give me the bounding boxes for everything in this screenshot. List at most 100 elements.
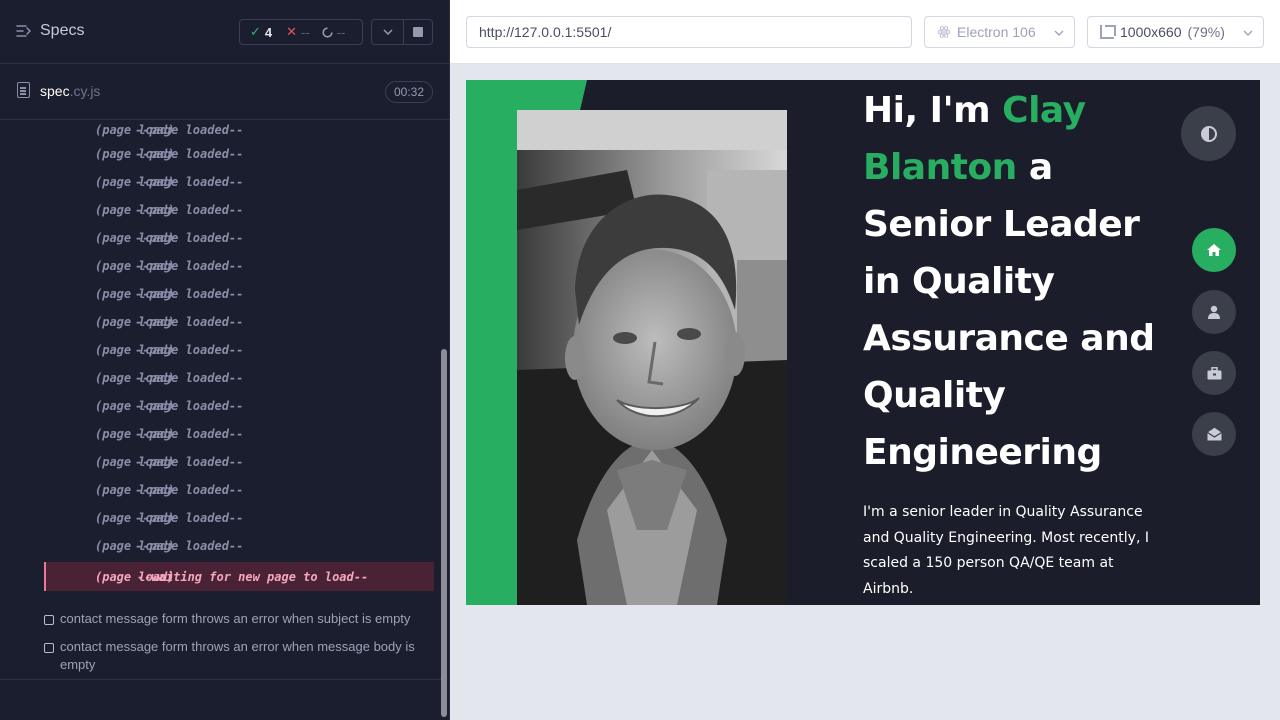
nav-portfolio-button[interactable] [1192, 351, 1236, 395]
specs-label: Specs [40, 22, 85, 39]
nav-contact-button[interactable] [1192, 412, 1236, 456]
command-row[interactable]: (page load) --page loaded-- [44, 392, 434, 420]
command-row[interactable]: (page load) --page loaded-- [44, 504, 434, 532]
viewport-icon [1100, 25, 1116, 39]
spec-file-name[interactable]: spec.cy.js [40, 83, 100, 99]
hero-title: a Senior Leader in Quality Assurance and… [863, 147, 1155, 473]
command-message: --page loaded-- [135, 315, 244, 329]
command-message: --page loaded-- [135, 371, 244, 385]
command-message: --page loaded-- [135, 343, 244, 357]
command-name: (page load) [95, 343, 175, 357]
command-row[interactable]: (page load) --page loaded-- [44, 448, 434, 476]
reporter-scrollbar[interactable] [441, 349, 447, 717]
test-pending-icon [44, 643, 54, 653]
briefcase-icon [1207, 366, 1221, 379]
command-row[interactable]: (page load) --page loaded-- [44, 280, 434, 308]
nav-about-button[interactable] [1192, 290, 1236, 334]
check-icon: ✓ [250, 24, 261, 39]
browser-toolbar: http://127.0.0.1:5501/ Electron 106 1000… [450, 0, 1280, 64]
file-icon [17, 82, 30, 98]
pending-spinner-icon [322, 26, 333, 38]
collapse-all-button[interactable] [371, 19, 404, 45]
theme-toggle-button[interactable] [1181, 106, 1236, 161]
command-row[interactable]: (page load) --page loaded-- [44, 420, 434, 448]
browser-name: Electron 106 [957, 24, 1036, 40]
command-message: --page loaded-- [135, 123, 244, 137]
command-message: --page loaded-- [135, 287, 244, 301]
passed-count: 4 [264, 24, 273, 40]
user-icon [1208, 305, 1220, 319]
chevron-down-icon [1243, 30, 1253, 36]
command-message: --page loaded-- [135, 259, 244, 273]
command-name: (page load) [95, 203, 175, 217]
hero-greeting: Hi, I'm [863, 90, 991, 131]
command-name: (page load) [95, 231, 175, 245]
command-name: (page load) [95, 539, 175, 553]
command-row[interactable]: (page load) --page loaded-- [44, 168, 434, 196]
command-name: (page load) [95, 147, 175, 161]
command-name: (page load) [95, 287, 175, 301]
specs-toggle[interactable]: Specs [16, 22, 84, 40]
command-name: (page load) [95, 315, 175, 329]
envelope-open-icon [1206, 427, 1222, 441]
profile-photo [517, 110, 787, 605]
command-row[interactable]: (page load) --page loaded-- [44, 120, 434, 140]
command-name: (page load) [95, 427, 175, 441]
command-name: (page load) [95, 399, 175, 413]
command-row[interactable]: (page load) --page loaded-- [44, 308, 434, 336]
command-message: --page loaded-- [135, 231, 244, 245]
command-message: --page loaded-- [135, 511, 244, 525]
test-title: contact message form throws an error whe… [60, 611, 411, 626]
spec-file-ext: .cy.js [69, 83, 101, 99]
home-icon [1207, 244, 1221, 256]
accent-strip [466, 80, 517, 605]
command-message: --page loaded-- [135, 427, 244, 441]
run-duration: 00:32 [385, 81, 433, 103]
command-message: --page loaded-- [135, 203, 244, 217]
command-name: (page load) [95, 483, 175, 497]
command-message: --page loaded-- [135, 175, 244, 189]
command-name: (page load) [95, 175, 175, 189]
reporter-header: Specs ✓ 4 ✕ -- -- [0, 0, 450, 64]
command-name: (page load) [95, 455, 175, 469]
command-name: (page load) [95, 371, 175, 385]
command-row[interactable]: (page load) --page loaded-- [44, 532, 434, 560]
command-row[interactable]: (page load) --page loaded-- [44, 252, 434, 280]
test-item[interactable]: contact message form throws an error whe… [44, 610, 434, 628]
command-row[interactable]: (page load) --page loaded-- [44, 476, 434, 504]
stop-icon [413, 27, 423, 37]
contrast-icon [1200, 125, 1217, 142]
failed-count: -- [301, 24, 310, 40]
stop-button[interactable] [403, 19, 433, 45]
hero-name-last: Blanton [863, 147, 1017, 188]
command-message: --page loaded-- [135, 399, 244, 413]
pending-count: -- [336, 24, 346, 40]
specs-list-icon [16, 25, 32, 37]
reporter-panel: Specs ✓ 4 ✕ -- -- spec.cy.js 00:32 (page… [0, 0, 450, 720]
hero-bio: I'm a senior leader in Quality Assurance… [863, 504, 1149, 597]
chevron-down-icon [1054, 30, 1064, 36]
spec-file-base: spec [40, 83, 70, 99]
viewport-selector[interactable]: 1000x660 (79%) [1087, 16, 1264, 48]
spec-header: spec.cy.js 00:32 [0, 64, 450, 120]
command-row[interactable]: (page load) --page loaded-- [44, 336, 434, 364]
command-row-active[interactable]: (page load) --waiting for new page to loa… [44, 562, 434, 591]
command-log: (page load) --page loaded-- (page load) --p… [44, 120, 434, 591]
command-name: (page load) [95, 123, 175, 137]
command-name: (page load) [95, 259, 175, 273]
cross-icon: ✕ [286, 24, 298, 39]
url-bar[interactable]: http://127.0.0.1:5501/ [466, 16, 912, 48]
command-row[interactable]: (page load) --page loaded-- [44, 196, 434, 224]
browser-selector[interactable]: Electron 106 [924, 16, 1075, 48]
command-message: --page loaded-- [135, 455, 244, 469]
command-row[interactable]: (page load) --page loaded-- [44, 140, 434, 168]
nav-home-button[interactable] [1192, 228, 1236, 272]
website-hero-section: Hi, I'm Clay Blanton a Senior Leader in … [466, 80, 1260, 605]
command-row[interactable]: (page load) --page loaded-- [44, 224, 434, 252]
test-item[interactable]: contact message form throws an error whe… [44, 638, 434, 674]
command-message: --page loaded-- [135, 539, 244, 553]
app-under-test-panel: http://127.0.0.1:5501/ Electron 106 1000… [450, 0, 1280, 720]
command-row[interactable]: (page load) --page loaded-- [44, 364, 434, 392]
viewport-zoom: (79%) [1187, 24, 1225, 40]
hero-name-first: Clay [1002, 90, 1086, 131]
